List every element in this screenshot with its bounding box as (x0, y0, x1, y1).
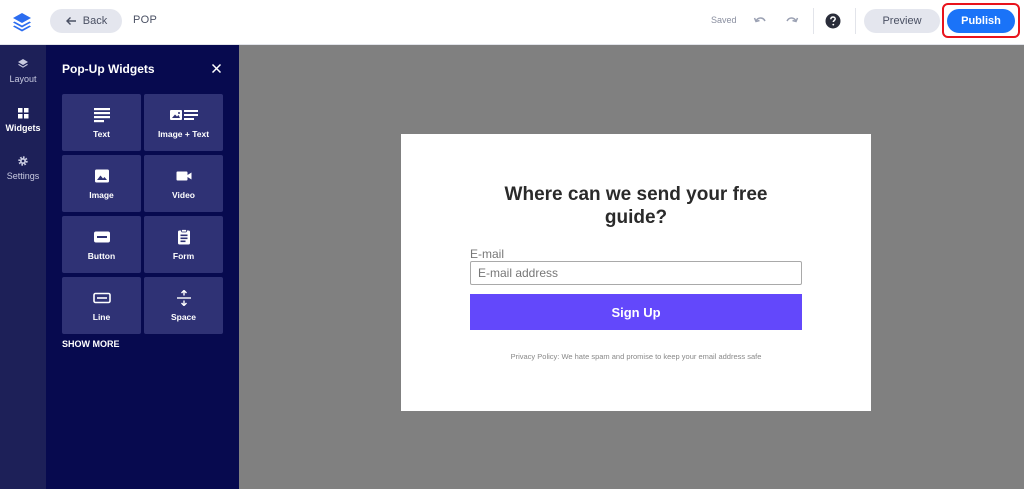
space-icon (176, 289, 191, 306)
help-icon[interactable] (825, 13, 841, 29)
widget-space[interactable]: Space (144, 277, 223, 334)
close-icon[interactable] (211, 63, 222, 74)
rail-item-label: Layout (9, 74, 37, 84)
popup-heading[interactable]: Where can we send your free guide? (481, 183, 791, 229)
privacy-policy-text: Privacy Policy: We hate spam and promise… (510, 352, 762, 361)
toolbar-divider (855, 8, 856, 34)
popup-preview[interactable]: Where can we send your free guide? E-mai… (401, 134, 871, 411)
back-button[interactable]: Back (50, 9, 122, 33)
redo-icon[interactable] (784, 12, 800, 28)
widgets-panel: Pop-Up Widgets Text Image + Text Image V… (46, 45, 239, 489)
layers-logo-icon[interactable] (10, 10, 34, 34)
widget-label: Form (172, 250, 195, 261)
widget-label: Image + Text (157, 128, 210, 139)
undo-icon[interactable] (752, 12, 768, 28)
layers-icon (18, 59, 28, 68)
show-more-link[interactable]: SHOW MORE (62, 339, 120, 349)
panel-title: Pop-Up Widgets (62, 62, 155, 76)
rail-item-settings[interactable]: Settings (0, 155, 46, 195)
widget-label: Line (92, 311, 111, 322)
document-title: POP (133, 14, 158, 26)
widget-image-text[interactable]: Image + Text (144, 94, 223, 151)
widget-label: Button (87, 250, 116, 261)
top-bar: Back POP Saved Preview Publish (0, 0, 1024, 45)
rail-item-layout[interactable]: Layout (0, 58, 46, 98)
preview-button[interactable]: Preview (864, 9, 940, 33)
clipboard-form-icon (177, 228, 190, 244)
image-text-icon (169, 109, 198, 120)
email-label: E-mail (470, 247, 505, 261)
toolbar-divider (813, 8, 814, 34)
video-camera-icon (176, 171, 191, 180)
widget-label: Text (93, 128, 110, 139)
email-field[interactable] (470, 261, 802, 285)
publish-button[interactable]: Publish (947, 9, 1015, 33)
text-lines-icon (93, 107, 110, 122)
gear-icon (18, 156, 28, 166)
widget-line[interactable]: Line (62, 277, 141, 334)
widgets-icon (18, 108, 29, 119)
widget-label: Video (172, 189, 195, 200)
arrow-left-icon (65, 17, 76, 25)
image-icon (94, 169, 109, 182)
widget-image[interactable]: Image (62, 155, 141, 212)
widget-text[interactable]: Text (62, 94, 141, 151)
publish-highlight: Publish (942, 3, 1020, 38)
widget-form[interactable]: Form (144, 216, 223, 273)
save-status: Saved (711, 15, 737, 25)
back-label: Back (82, 15, 108, 27)
button-icon (93, 231, 110, 242)
widget-label: Space (170, 311, 197, 322)
line-icon (92, 292, 111, 303)
sign-up-button[interactable]: Sign Up (470, 294, 802, 330)
widget-video[interactable]: Video (144, 155, 223, 212)
rail-item-label: Widgets (5, 123, 41, 133)
rail-item-widgets[interactable]: Widgets (0, 107, 46, 147)
left-rail: Layout Widgets Settings (0, 45, 46, 489)
widget-label: Image (89, 189, 114, 200)
rail-item-label: Settings (6, 171, 40, 181)
widget-button[interactable]: Button (62, 216, 141, 273)
